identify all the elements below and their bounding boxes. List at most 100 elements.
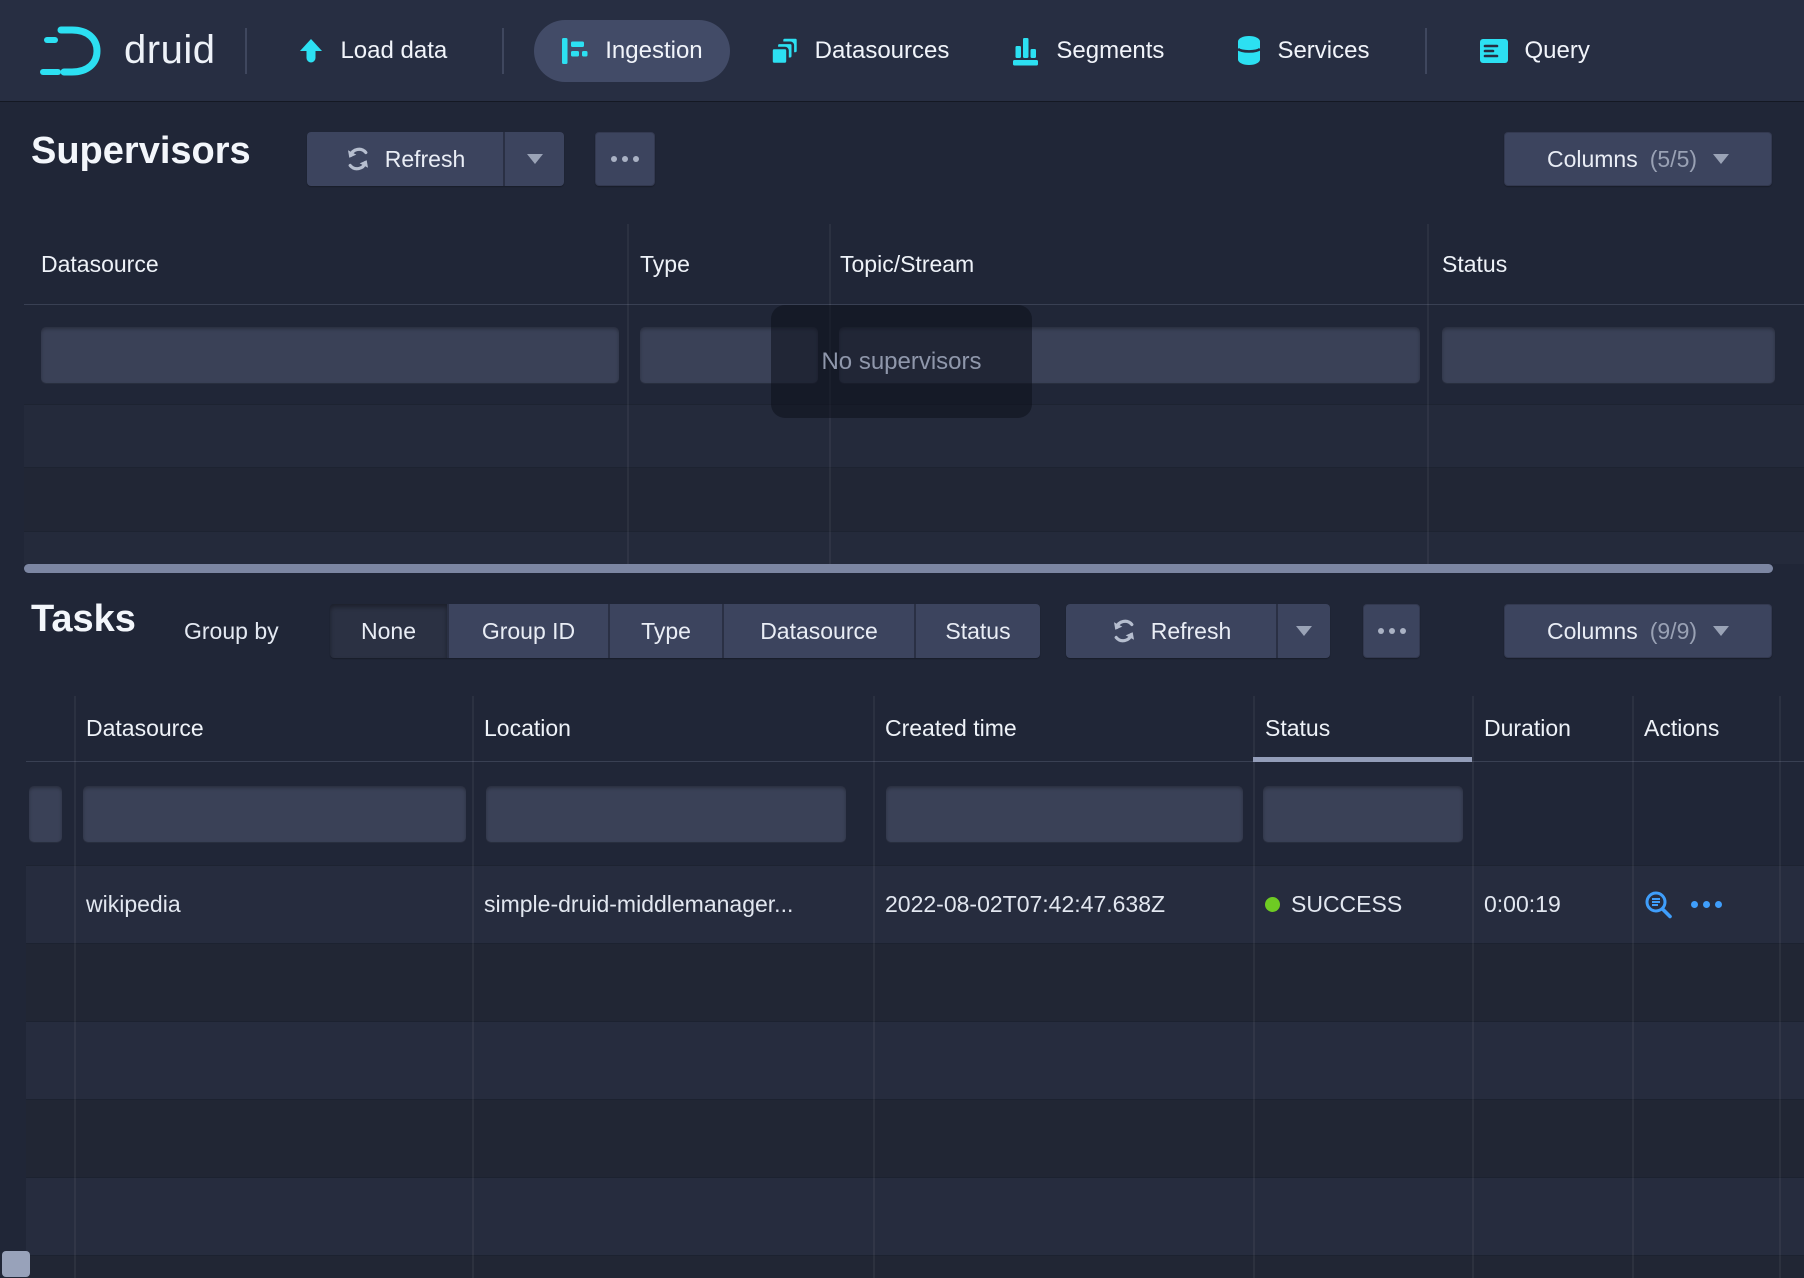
supervisors-columns-button[interactable]: Columns (5/5)	[1504, 132, 1772, 186]
supervisors-more-button[interactable]	[595, 132, 655, 186]
empty-table-row	[24, 532, 1804, 564]
column-divider	[472, 696, 474, 1278]
empty-table-row	[26, 1100, 1804, 1178]
nav-ingestion[interactable]: Ingestion	[534, 20, 729, 82]
group-by-button-group: None Group ID Type Datasource Status	[330, 604, 1040, 658]
tasks-filter-row	[26, 762, 1804, 866]
cell-datasource: wikipedia	[74, 891, 472, 918]
druid-logo-icon	[40, 23, 110, 79]
empty-table-row	[26, 944, 1804, 1022]
column-divider	[1253, 696, 1255, 1278]
column-header-actions[interactable]: Actions	[1632, 696, 1779, 761]
nav-label: Ingestion	[605, 37, 702, 65]
cell-actions	[1632, 890, 1779, 919]
refresh-button[interactable]: Refresh	[307, 132, 503, 186]
supervisors-table-header: Datasource Type Topic/Stream Status	[24, 224, 1804, 305]
filter-status-input[interactable]	[1263, 786, 1463, 842]
column-divider	[873, 696, 875, 1278]
empty-table-row	[24, 468, 1804, 532]
empty-table-row	[26, 1178, 1804, 1256]
task-details-icon[interactable]	[1644, 890, 1673, 919]
chevron-down-icon	[1713, 626, 1729, 636]
navbar-divider	[502, 28, 504, 74]
nav-datasources[interactable]: Datasources	[770, 20, 950, 82]
nav-label: Load data	[340, 37, 447, 65]
refresh-button[interactable]: Refresh	[1066, 604, 1276, 658]
filter-datasource-input[interactable]	[83, 786, 466, 842]
ingestion-chart-icon	[561, 37, 590, 65]
upload-arrow-icon	[297, 37, 325, 65]
tasks-more-button[interactable]	[1363, 604, 1420, 658]
database-icon	[1236, 35, 1262, 66]
vertical-scrollbar-thumb[interactable]	[2, 1251, 30, 1277]
column-header-status[interactable]: Status	[1253, 696, 1472, 761]
filter-location-input[interactable]	[486, 786, 846, 842]
group-by-datasource-button[interactable]: Datasource	[722, 604, 914, 658]
status-success-dot	[1265, 897, 1280, 912]
filter-id-input[interactable]	[29, 786, 62, 842]
column-divider	[1427, 224, 1429, 564]
nav-segments[interactable]: Segments	[1011, 20, 1164, 82]
column-header-datasource[interactable]: Datasource	[24, 224, 627, 304]
nav-label: Query	[1524, 37, 1589, 65]
tasks-table: Datasource Location Created time Status …	[26, 696, 1804, 1278]
group-by-type-button[interactable]: Type	[608, 604, 722, 658]
column-header-topic-stream[interactable]: Topic/Stream	[829, 224, 1427, 304]
columns-count: (5/5)	[1650, 146, 1697, 173]
column-header-duration[interactable]: Duration	[1472, 696, 1632, 761]
filter-created-time-input[interactable]	[886, 786, 1243, 842]
query-editor-icon	[1479, 38, 1509, 64]
refresh-icon	[1111, 618, 1137, 644]
more-icon	[1378, 628, 1406, 634]
column-header-location[interactable]: Location	[472, 696, 873, 761]
task-menu-icon[interactable]	[1691, 901, 1722, 908]
home-link[interactable]: druid	[40, 23, 215, 79]
cell-location: simple-druid-middlemanager...	[472, 891, 873, 918]
empty-state-panel: No supervisors	[771, 305, 1032, 418]
nav-query[interactable]: Query	[1479, 20, 1589, 82]
column-divider	[1632, 696, 1634, 1278]
refresh-options-button[interactable]	[503, 132, 564, 186]
tasks-title: Tasks	[31, 598, 136, 641]
column-header-id[interactable]	[26, 696, 74, 761]
refresh-label: Refresh	[385, 146, 466, 173]
column-divider	[1472, 696, 1474, 1278]
navbar: druid Load data Ingestion	[0, 0, 1804, 101]
bar-chart-icon	[1011, 36, 1041, 66]
group-by-none-button[interactable]: None	[330, 604, 447, 658]
columns-label: Columns	[1547, 618, 1638, 645]
nav-services[interactable]: Services	[1236, 20, 1369, 82]
horizontal-scrollbar[interactable]	[24, 564, 1773, 573]
nav-label: Segments	[1056, 37, 1164, 65]
supervisors-title: Supervisors	[31, 130, 251, 173]
chevron-down-icon	[1713, 154, 1729, 164]
cell-status: SUCCESS	[1253, 891, 1472, 918]
cell-duration: 0:00:19	[1472, 891, 1632, 918]
filter-status-input[interactable]	[1442, 327, 1775, 383]
navbar-divider	[245, 28, 247, 74]
tasks-refresh-split-button: Refresh	[1066, 604, 1330, 658]
column-header-created-time[interactable]: Created time	[873, 696, 1253, 761]
brand-name: druid	[124, 28, 215, 73]
cell-created-time: 2022-08-02T07:42:47.638Z	[873, 891, 1253, 918]
group-by-group-id-button[interactable]: Group ID	[447, 604, 608, 658]
column-header-status[interactable]: Status	[1427, 224, 1804, 304]
column-divider	[627, 224, 629, 564]
refresh-label: Refresh	[1151, 618, 1232, 645]
chevron-down-icon	[1296, 626, 1312, 636]
refresh-options-button[interactable]	[1276, 604, 1330, 658]
tasks-table-header: Datasource Location Created time Status …	[26, 696, 1804, 762]
chevron-down-icon	[527, 154, 543, 164]
tasks-columns-button[interactable]: Columns (9/9)	[1504, 604, 1772, 658]
supervisors-table: Datasource Type Topic/Stream Status No s…	[24, 224, 1804, 573]
column-divider	[74, 696, 76, 1278]
group-by-status-button[interactable]: Status	[914, 604, 1040, 658]
nav-load-data[interactable]: Load data	[297, 20, 447, 82]
column-header-datasource[interactable]: Datasource	[74, 696, 472, 761]
nav-label: Datasources	[815, 37, 950, 65]
column-header-type[interactable]: Type	[627, 224, 829, 304]
layers-icon	[770, 36, 800, 66]
sort-indicator	[1253, 757, 1472, 762]
filter-datasource-input[interactable]	[41, 327, 619, 383]
task-row-wikipedia[interactable]: wikipedia simple-druid-middlemanager... …	[26, 866, 1804, 944]
